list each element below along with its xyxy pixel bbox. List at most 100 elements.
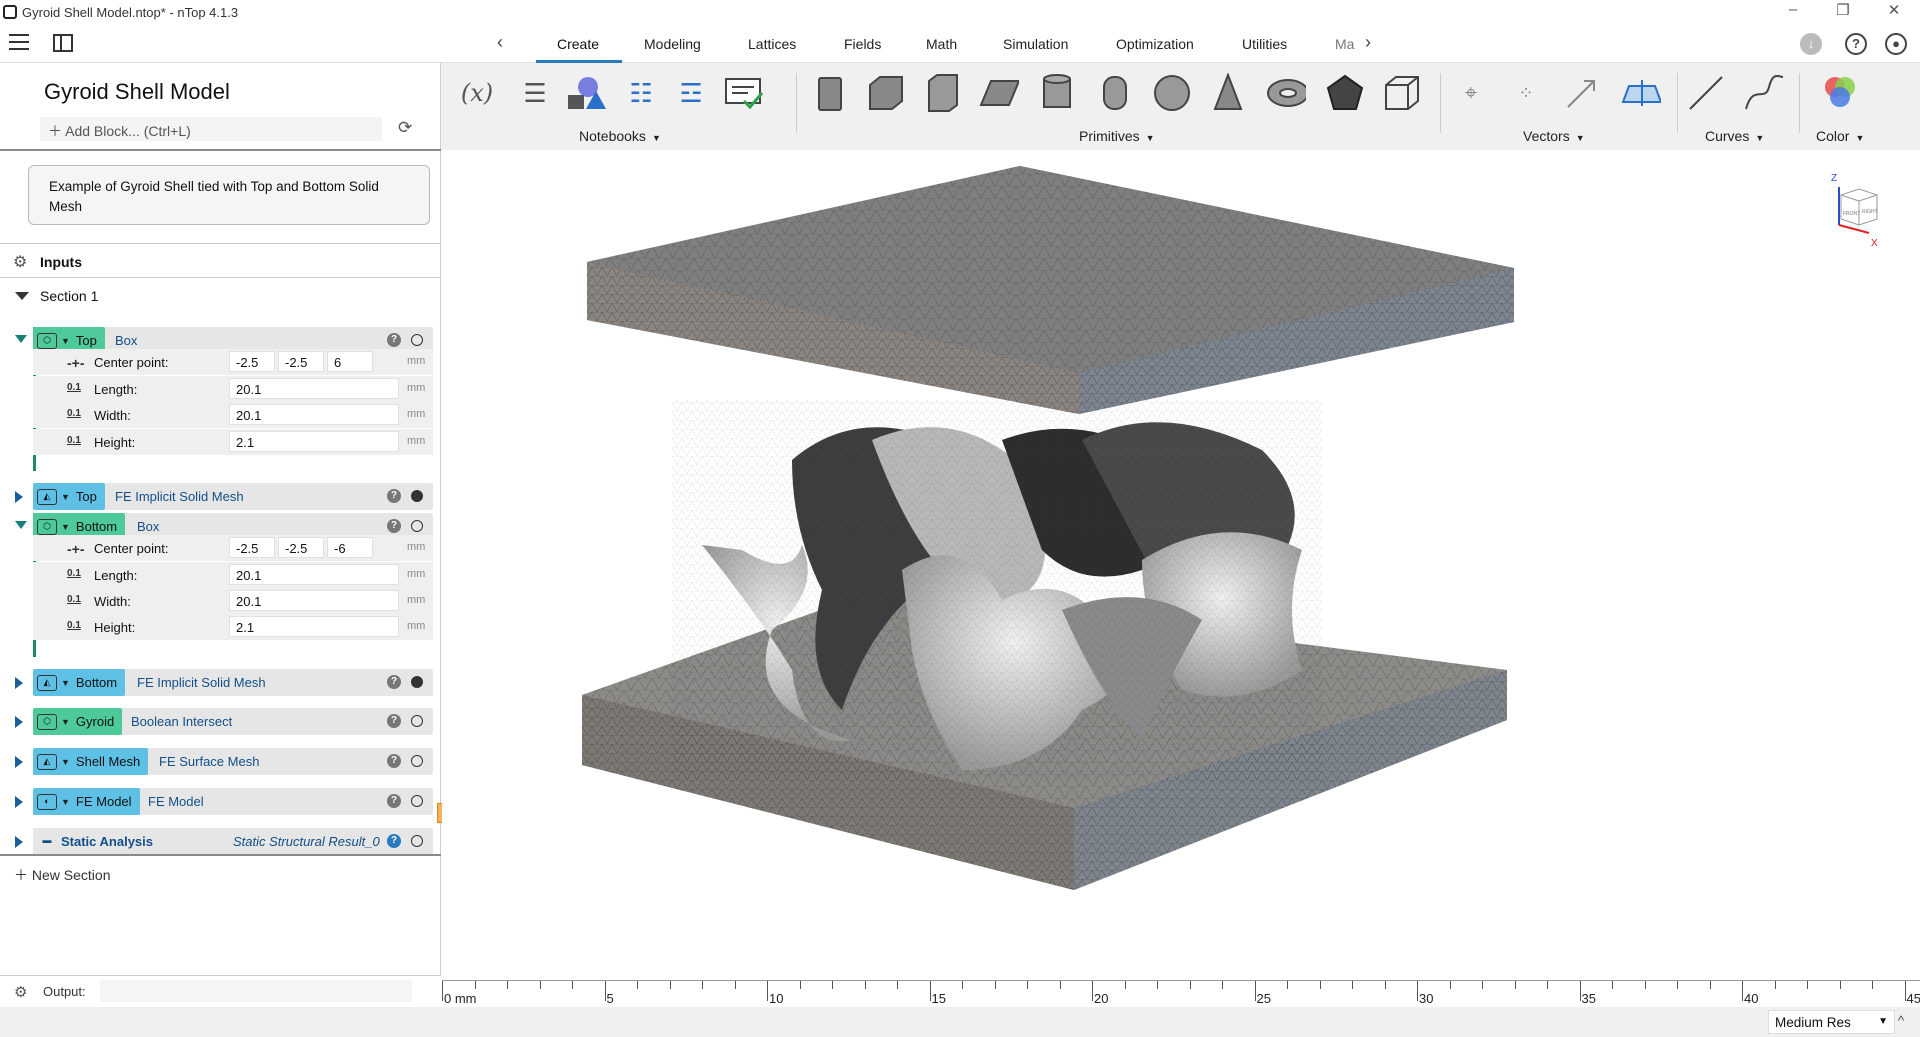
parallelepiped-icon[interactable] xyxy=(979,73,1019,113)
block-badge[interactable]: ⬡ ▼ Gyroid xyxy=(33,708,123,735)
help-icon[interactable]: ? xyxy=(387,489,401,503)
center-z-input[interactable]: -6 xyxy=(327,537,373,558)
block-gyroid[interactable]: ⬡ ▼ Gyroid Boolean Intersect ? xyxy=(15,708,433,735)
help-icon[interactable]: ? xyxy=(387,754,401,768)
add-list-icon[interactable]: ☷ xyxy=(621,73,661,113)
add-block-input[interactable]: ＋ Add Block... (Ctrl+L) xyxy=(40,117,382,141)
tab-optimization[interactable]: Optimization xyxy=(1116,36,1194,52)
width-input[interactable]: 20.1 xyxy=(229,590,399,611)
tab-simulation[interactable]: Simulation xyxy=(1003,36,1068,52)
color-icon[interactable] xyxy=(1821,73,1861,113)
restore-button[interactable]: ❐ xyxy=(1823,1,1863,19)
tall-box-icon[interactable] xyxy=(923,73,963,113)
expand-icon[interactable] xyxy=(15,756,23,768)
visibility-toggle[interactable] xyxy=(411,490,423,502)
help-icon[interactable]: ? xyxy=(387,519,401,533)
primitives-group[interactable]: Primitives ▼ xyxy=(1079,128,1155,144)
list-icon[interactable]: ☰ xyxy=(515,73,555,113)
visibility-toggle[interactable] xyxy=(411,835,423,847)
block-badge[interactable]: ▬ Static Analysis xyxy=(33,828,161,855)
expand-icon[interactable] xyxy=(15,335,27,343)
refresh-icon[interactable]: ⟳ xyxy=(398,118,412,138)
block-badge[interactable]: ◐ ▼ FE Model xyxy=(33,788,140,815)
visibility-toggle[interactable] xyxy=(411,520,423,532)
curves-group[interactable]: Curves ▼ xyxy=(1705,128,1764,144)
length-input[interactable]: 20.1 xyxy=(229,378,399,399)
notebook-title[interactable]: Gyroid Shell Model xyxy=(44,79,230,105)
cylinder-icon[interactable] xyxy=(1037,73,1077,113)
height-input[interactable]: 2.1 xyxy=(229,431,399,452)
section-header[interactable]: Section 1 xyxy=(0,278,441,312)
visibility-toggle[interactable] xyxy=(411,676,423,688)
close-button[interactable]: ✕ xyxy=(1874,1,1914,19)
cone-icon[interactable] xyxy=(1208,73,1248,113)
insert-list-icon[interactable]: ☲ xyxy=(671,73,711,113)
help-icon[interactable]: ? xyxy=(387,794,401,808)
help-icon[interactable]: ? xyxy=(387,333,401,347)
account-icon[interactable]: ● xyxy=(1885,33,1907,55)
help-icon[interactable]: ? xyxy=(387,834,401,848)
spline-icon[interactable] xyxy=(1743,73,1783,113)
block-bottom-mesh[interactable]: ◭ ▼ Bottom FE Implicit Solid Mesh ? xyxy=(15,669,433,696)
visibility-toggle[interactable] xyxy=(411,795,423,807)
tab-create[interactable]: Create xyxy=(557,36,599,52)
block-fe-model[interactable]: ◐ ▼ FE Model FE Model ? xyxy=(15,788,433,815)
tab-fields[interactable]: Fields xyxy=(844,36,881,52)
download-icon[interactable]: ↓ xyxy=(1800,33,1822,55)
point-cloud-icon[interactable]: ⁘ xyxy=(1506,73,1546,113)
notebooks-group[interactable]: Notebooks ▼ xyxy=(579,128,661,144)
chevron-up-icon[interactable]: ^ xyxy=(1898,1013,1904,1028)
help-icon[interactable]: ? xyxy=(1845,33,1867,55)
length-input[interactable]: 20.1 xyxy=(229,564,399,585)
tabs-scroll-left-icon[interactable]: ‹ xyxy=(497,32,503,53)
wireframe-box-icon[interactable] xyxy=(1382,73,1422,113)
block-badge[interactable]: ◭ ▼ Bottom xyxy=(33,669,126,696)
tab-overflow[interactable]: Ma xyxy=(1335,36,1354,52)
color-group[interactable]: Color ▼ xyxy=(1816,128,1864,144)
hamburger-menu-icon[interactable] xyxy=(9,34,29,50)
center-x-input[interactable]: -2.5 xyxy=(229,351,275,372)
3d-viewport[interactable] xyxy=(442,150,1920,980)
visibility-toggle[interactable] xyxy=(411,755,423,767)
sphere-icon[interactable] xyxy=(1152,73,1192,113)
center-y-input[interactable]: -2.5 xyxy=(278,351,324,372)
checklist-icon[interactable] xyxy=(724,73,764,113)
center-x-input[interactable]: -2.5 xyxy=(229,537,275,558)
vector-icon[interactable] xyxy=(1562,73,1602,113)
expand-icon[interactable] xyxy=(15,677,23,689)
visibility-toggle[interactable] xyxy=(411,334,423,346)
tab-modeling[interactable]: Modeling xyxy=(644,36,701,52)
height-input[interactable]: 2.1 xyxy=(229,616,399,637)
expand-icon[interactable] xyxy=(15,836,23,848)
help-icon[interactable]: ? xyxy=(387,675,401,689)
block-badge[interactable]: ◭ ▼ Top xyxy=(33,483,105,510)
shapes-icon[interactable] xyxy=(566,73,606,113)
center-y-input[interactable]: -2.5 xyxy=(278,537,324,558)
variable-icon[interactable]: (x) xyxy=(457,73,497,113)
resolution-select[interactable]: Medium Res ▼ xyxy=(1768,1010,1895,1034)
pentagon-icon[interactable] xyxy=(1325,73,1365,113)
collapse-triangle-icon[interactable] xyxy=(15,292,29,300)
line-icon[interactable] xyxy=(1686,73,1726,113)
box-icon[interactable] xyxy=(866,73,906,113)
help-icon[interactable]: ? xyxy=(387,714,401,728)
block-top-mesh[interactable]: ◭ ▼ Top FE Implicit Solid Mesh ? xyxy=(15,483,433,510)
vectors-group[interactable]: Vectors ▼ xyxy=(1523,128,1585,144)
notebook-description[interactable]: Example of Gyroid Shell tied with Top an… xyxy=(28,165,430,225)
tab-math[interactable]: Math xyxy=(926,36,957,52)
tab-lattices[interactable]: Lattices xyxy=(748,36,796,52)
cuboid-icon[interactable] xyxy=(810,73,850,113)
new-section-button[interactable]: ＋ New Section xyxy=(14,865,110,885)
plane-icon[interactable] xyxy=(1621,73,1661,113)
tabs-scroll-right-icon[interactable]: › xyxy=(1365,32,1371,53)
visibility-toggle[interactable] xyxy=(411,715,423,727)
toggle-panel-icon[interactable] xyxy=(53,34,73,52)
capsule-icon[interactable] xyxy=(1095,73,1135,113)
expand-icon[interactable] xyxy=(15,716,23,728)
minimize-button[interactable]: – xyxy=(1773,1,1813,18)
expand-icon[interactable] xyxy=(15,796,23,808)
block-badge[interactable]: ◭ ▼ Shell Mesh xyxy=(33,748,149,775)
center-z-input[interactable]: 6 xyxy=(327,351,373,372)
block-static-analysis[interactable]: ▬ Static Analysis Static Structural Resul… xyxy=(15,828,433,855)
width-input[interactable]: 20.1 xyxy=(229,404,399,425)
